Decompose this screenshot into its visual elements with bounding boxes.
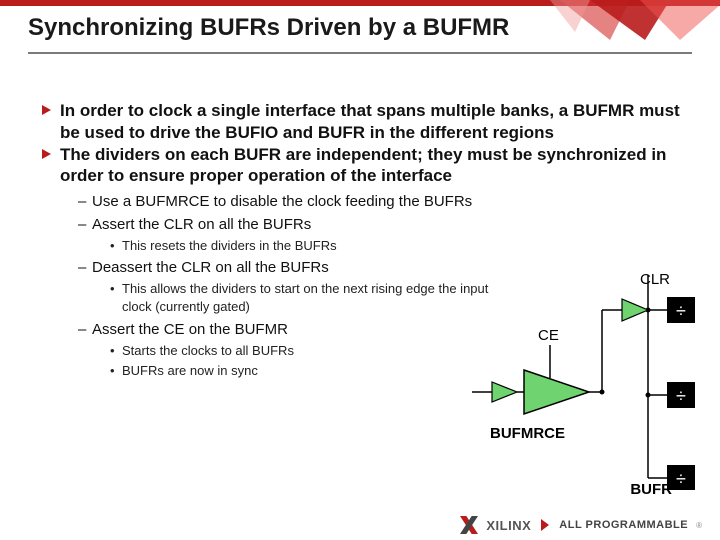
sync-diagram: ÷ ÷ ÷ CLR CE (472, 275, 702, 490)
sub-item: Assert the CLR on all the BUFRs This res… (78, 214, 692, 255)
svg-text:÷: ÷ (676, 386, 686, 406)
label-bufr: BUFR (630, 481, 672, 498)
slide-title: Synchronizing BUFRs Driven by a BUFMR (28, 14, 560, 42)
svg-text:÷: ÷ (676, 301, 686, 321)
chevron-right-icon (539, 519, 551, 531)
detail-item: This resets the dividers in the BUFRs (110, 237, 692, 255)
sub-text: Assert the CE on the BUFMR (92, 321, 288, 338)
sub-text: Deassert the CLR on all the BUFRs (92, 259, 329, 276)
detail-item: This allows the dividers to start on the… (110, 280, 502, 316)
xilinx-logo-icon (460, 516, 478, 534)
bullet-item: In order to clock a single interface tha… (42, 100, 692, 144)
label-clr: CLR (640, 271, 670, 288)
tagline-text: ALL PROGRAMMABLE (559, 519, 688, 531)
sub-text: Assert the CLR on all the BUFRs (92, 216, 311, 233)
footer: XILINX ALL PROGRAMMABLE ® (460, 516, 702, 534)
label-bufmrce: BUFMRCE (490, 425, 565, 442)
brand-text: XILINX (486, 518, 531, 533)
corner-decoration (550, 0, 720, 40)
slide-container: { "title": "Synchronizing BUFRs Driven b… (0, 0, 720, 540)
trademark-icon: ® (696, 521, 702, 530)
title-rule (28, 52, 692, 54)
svg-text:÷: ÷ (676, 469, 686, 489)
label-ce: CE (538, 327, 559, 344)
bullet-text: The dividers on each BUFR are independen… (60, 145, 666, 186)
sub-item: Use a BUFMRCE to disable the clock feedi… (78, 191, 692, 212)
